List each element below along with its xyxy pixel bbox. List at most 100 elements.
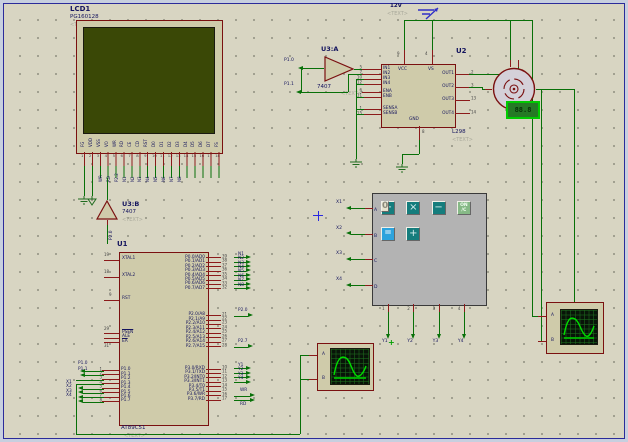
lcd-pin-name: D5 <box>191 131 195 147</box>
keypad-key[interactable]: + <box>406 227 420 241</box>
wire[interactable] <box>300 379 309 380</box>
net-label: P2.0 <box>238 309 247 313</box>
net-label: X4 <box>66 394 72 398</box>
wire[interactable] <box>404 20 405 50</box>
wire[interactable] <box>356 84 364 85</box>
u3b-buffer[interactable] <box>96 200 118 220</box>
wire[interactable] <box>107 225 108 244</box>
net-label: Y4 <box>458 340 464 345</box>
net-label: N6 <box>162 166 166 182</box>
terminal-arrow-icon <box>246 255 251 259</box>
wire[interactable] <box>300 355 301 434</box>
wire[interactable] <box>107 178 108 200</box>
wire[interactable] <box>356 79 357 159</box>
wire[interactable] <box>510 20 511 60</box>
keypad-keys: 789−456×123−ON /C0=+ <box>381 201 471 241</box>
wire[interactable] <box>356 79 364 80</box>
wire[interactable] <box>84 178 85 196</box>
u2-pin-row: OUT414 <box>424 107 484 120</box>
keypad-key[interactable]: 0 <box>381 201 389 212</box>
pin-stub <box>206 328 221 329</box>
lcd-pin-names: FGVDDVSSVOWRRDCECDRSTD0D1D2D3D4D5D6D7FS <box>80 133 222 151</box>
wire[interactable] <box>301 92 348 93</box>
wire[interactable] <box>439 312 440 334</box>
wire[interactable] <box>432 20 433 50</box>
lcd-pin-name: VO <box>105 131 109 147</box>
pin-stub <box>206 266 221 267</box>
keypad-key[interactable]: ON /C <box>457 201 471 215</box>
pin-stub <box>351 285 365 286</box>
u1-pin-row: P2.7/A1528 <box>121 344 234 348</box>
u3a-ref: U3:A <box>321 46 338 53</box>
oscilloscope-left[interactable]: A B <box>317 343 374 391</box>
pin-stub <box>206 320 221 321</box>
wire[interactable] <box>356 97 364 98</box>
terminal-arrow-icon <box>246 282 251 286</box>
plus-marker-icon: + <box>388 339 395 347</box>
wire[interactable] <box>402 154 419 155</box>
wire[interactable] <box>303 68 324 69</box>
wire[interactable] <box>234 396 250 397</box>
terminal-arrow-icon <box>246 375 251 379</box>
pin-stub <box>362 79 381 80</box>
pin-stub <box>365 285 373 286</box>
wire[interactable] <box>469 87 482 88</box>
oscilloscope-right[interactable]: A B <box>546 302 604 354</box>
lcd-pin-name: FS <box>215 131 219 147</box>
wire[interactable] <box>92 178 93 196</box>
wire[interactable] <box>464 312 465 334</box>
keypad-row-wire[interactable]: X4 <box>336 278 372 304</box>
terminal-arrow-icon <box>246 268 251 272</box>
u1-x-terminals: X1 X2 X3 X4 <box>66 382 106 400</box>
lcd-pin-name: D0 <box>152 131 156 147</box>
u2-vs-num: 4 <box>425 52 428 56</box>
u2-note: <TEXT> <box>452 138 473 143</box>
wire[interactable] <box>356 109 364 110</box>
wire[interactable] <box>419 140 420 154</box>
net-terminal[interactable]: Y4 <box>234 380 264 384</box>
wire[interactable] <box>388 312 389 334</box>
lcd-pin-name: D3 <box>176 131 180 147</box>
wire[interactable] <box>402 154 403 164</box>
scope-pin-b: B <box>322 377 325 381</box>
wire[interactable] <box>85 375 104 376</box>
keypad-row-wire[interactable]: X1 <box>336 201 372 227</box>
net-terminal[interactable]: X4 <box>66 395 106 399</box>
wire[interactable] <box>85 371 104 372</box>
net-terminal[interactable]: N8 <box>234 287 264 291</box>
keypad-row-wire[interactable]: X2 <box>336 227 372 253</box>
wire[interactable] <box>300 355 309 356</box>
u1-p2-pins: P2.0/A821P2.1/A922P2.2/A1023P2.3/A1124P2… <box>121 313 234 349</box>
keypad-key[interactable]: − <box>432 201 446 215</box>
wire[interactable] <box>404 20 532 21</box>
wire[interactable] <box>76 434 300 435</box>
battery-icon[interactable] <box>414 5 442 20</box>
keypad-row-wire[interactable]: X3 <box>336 252 372 278</box>
lcd-pin-name: VSS <box>97 131 101 147</box>
keypad-col-pin: 4 <box>458 307 461 311</box>
scope-pin-a: A <box>551 314 554 318</box>
wire[interactable] <box>301 68 302 92</box>
lcd-pin-name: D4 <box>184 131 188 147</box>
wire[interactable] <box>76 380 104 381</box>
pin-stub <box>455 113 470 114</box>
wire[interactable] <box>541 89 542 341</box>
net-label: N3 <box>138 166 142 182</box>
wire[interactable] <box>413 312 414 334</box>
scope-pin-b: B <box>551 339 554 343</box>
lcd-pin-name: RST <box>144 131 148 147</box>
terminal-arrow-icon <box>248 344 253 348</box>
keypad-key[interactable]: × <box>406 201 420 215</box>
pin-stub <box>234 288 246 289</box>
keypad-row-pin: A <box>374 204 377 230</box>
pin-stub <box>455 74 470 75</box>
wire[interactable] <box>234 316 248 317</box>
wire[interactable] <box>234 347 248 348</box>
keypad-key[interactable]: = <box>381 227 395 241</box>
pin-stub <box>234 382 246 383</box>
wire[interactable] <box>532 20 533 316</box>
schematic-sheet[interactable]: LCD1 PG160128 <TEXT> FGVDDVSSVOWRRDCECDR… <box>3 3 625 439</box>
lcd-pin-name: D1 <box>160 131 164 147</box>
wire[interactable] <box>356 114 364 115</box>
ground-icon <box>349 159 363 169</box>
